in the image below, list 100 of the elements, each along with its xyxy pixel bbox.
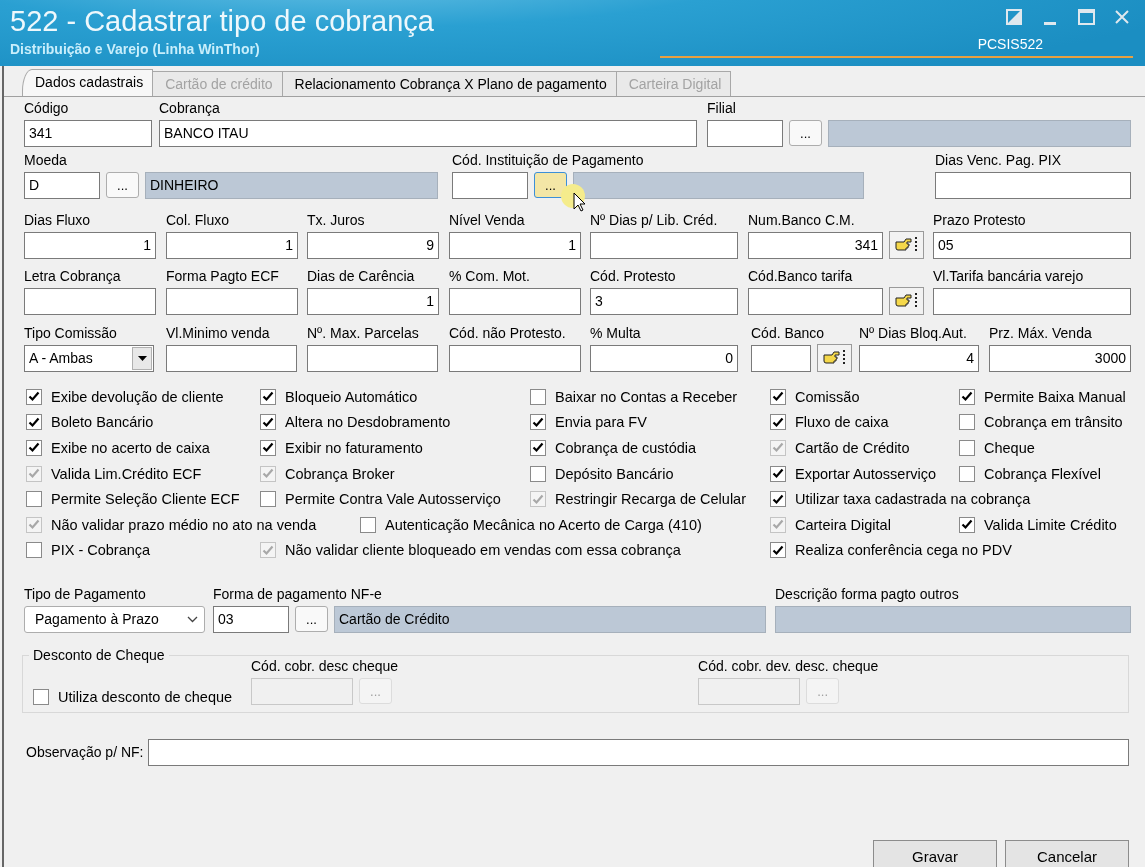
input-field[interactable]: 341: [24, 119, 152, 147]
tab[interactable]: Relacionamento Cobrança X Plano de pagamento: [281, 71, 617, 96]
checkbox[interactable]: [260, 440, 276, 456]
input-field[interactable]: [24, 287, 156, 315]
chevron-down-icon: [187, 615, 198, 623]
description-field[interactable]: [828, 119, 1131, 147]
option-label: Depósito Bancário: [555, 465, 674, 482]
checkbox[interactable]: [959, 516, 975, 533]
option-label: Comissão: [795, 388, 860, 405]
checkbox[interactable]: [360, 516, 376, 533]
field-label: Cobrança: [159, 99, 221, 118]
checkbox[interactable]: [770, 414, 786, 431]
option-label: Autenticação Mecânica no Acerto de Carga (410): [385, 516, 702, 533]
option-label: Cheque: [984, 440, 1035, 456]
action-button[interactable]: Gravar: [873, 840, 997, 867]
field-label: Cód. não Protesto.: [449, 324, 567, 343]
window-title: 522 - Cadastrar tipo de cobrança: [10, 4, 434, 39]
field-label: Cód. cobr. dev. desc. cheque: [698, 657, 879, 677]
option-label: Fluxo de caixa: [795, 414, 889, 431]
option-label: Exibir no faturamento: [285, 440, 423, 456]
input-field[interactable]: [449, 344, 581, 372]
checkbox[interactable]: [770, 542, 786, 559]
option-label: Envia para FV: [555, 414, 647, 431]
code-field[interactable]: [452, 171, 528, 199]
option-label: Cobrança de custódia: [555, 440, 697, 456]
input-field[interactable]: [751, 344, 811, 372]
checkbox[interactable]: [260, 491, 276, 508]
combo-box[interactable]: A - Ambas: [24, 344, 154, 372]
input-field[interactable]: 4: [859, 344, 979, 372]
field-label: Tx. Juros: [307, 211, 366, 230]
code-field[interactable]: D: [24, 171, 100, 199]
tab[interactable]: Dados cadastrais: [22, 69, 154, 96]
checkbox[interactable]: [26, 440, 42, 456]
input-field[interactable]: [590, 231, 738, 259]
input-field[interactable]: 1: [449, 231, 581, 259]
input-field[interactable]: 3000: [989, 344, 1131, 372]
checkbox[interactable]: [770, 491, 786, 508]
description-field[interactable]: [573, 171, 864, 199]
code-field[interactable]: 03: [213, 605, 289, 633]
maximize-button[interactable]: [1075, 7, 1097, 27]
input-field[interactable]: [166, 287, 298, 315]
option-label: Cobrança Flexível: [984, 465, 1101, 482]
input-field[interactable]: 9: [307, 231, 439, 259]
field-label: Forma Pagto ECF: [166, 267, 280, 286]
search-button[interactable]: [817, 344, 852, 372]
option-label: Exibe no acerto de caixa: [51, 440, 210, 456]
search-button[interactable]: [889, 287, 924, 315]
input-field[interactable]: [307, 344, 438, 372]
option-label: Cartão de Crédito: [795, 440, 910, 456]
option-label: Valida Lim.Crédito ECF: [51, 465, 202, 482]
checkbox[interactable]: [260, 414, 276, 431]
field-label: % Com. Mot.: [449, 267, 531, 286]
browse-button[interactable]: ...: [295, 606, 328, 633]
browse-button[interactable]: ...: [789, 120, 822, 146]
checkbox[interactable]: [26, 388, 42, 405]
browse-button[interactable]: ...: [534, 172, 567, 198]
input-field[interactable]: 05: [933, 231, 1131, 259]
input-field[interactable]: 1: [24, 231, 156, 259]
input-field[interactable]: [935, 171, 1131, 199]
description-field[interactable]: Cartão de Crédito: [334, 605, 766, 633]
input-field[interactable]: [166, 344, 297, 372]
checkbox[interactable]: [530, 414, 546, 431]
checkbox[interactable]: [959, 465, 975, 482]
input-field[interactable]: 341: [748, 231, 883, 259]
checkbox[interactable]: [26, 491, 42, 508]
code-field[interactable]: [707, 119, 783, 147]
input-field[interactable]: [933, 287, 1131, 315]
field-label: Tipo Comissão: [24, 324, 118, 343]
field-label: Prazo Protesto: [933, 211, 1027, 230]
checkbox[interactable]: [959, 414, 975, 431]
input-field[interactable]: [775, 605, 1131, 633]
checkbox[interactable]: [770, 465, 786, 482]
search-button[interactable]: [889, 231, 924, 259]
checkbox[interactable]: [530, 440, 546, 456]
checkbox[interactable]: [959, 440, 975, 456]
checkbox[interactable]: [26, 414, 42, 431]
description-field[interactable]: DINHEIRO: [145, 171, 438, 199]
input-field[interactable]: [449, 287, 581, 315]
checkbox[interactable]: [530, 388, 546, 405]
input-field[interactable]: [748, 287, 883, 315]
input-field[interactable]: 1: [307, 287, 439, 315]
input-field[interactable]: [147, 739, 1129, 767]
input-field[interactable]: 0: [590, 344, 738, 372]
checkbox[interactable]: [260, 388, 276, 405]
field-label: Dias Fluxo: [24, 211, 92, 230]
input-field[interactable]: 1: [166, 231, 298, 259]
field-label: Nº Dias Bloq.Aut.: [859, 324, 968, 343]
checkbox[interactable]: [959, 388, 975, 405]
input-field[interactable]: BANCO ITAU: [159, 119, 697, 147]
dropdown[interactable]: Pagamento à Prazo: [24, 605, 205, 633]
checkbox[interactable]: [26, 542, 42, 559]
action-button[interactable]: Cancelar: [1005, 840, 1129, 867]
checkbox[interactable]: [33, 689, 49, 706]
checkbox[interactable]: [530, 465, 546, 482]
checkbox[interactable]: [770, 388, 786, 405]
restore-button[interactable]: [1003, 7, 1025, 27]
browse-button[interactable]: ...: [106, 172, 139, 198]
option-label: Utiliza desconto de cheque: [58, 689, 233, 706]
option-label: Permite Contra Vale Autosserviço: [285, 491, 501, 508]
input-field[interactable]: 3: [590, 287, 738, 315]
